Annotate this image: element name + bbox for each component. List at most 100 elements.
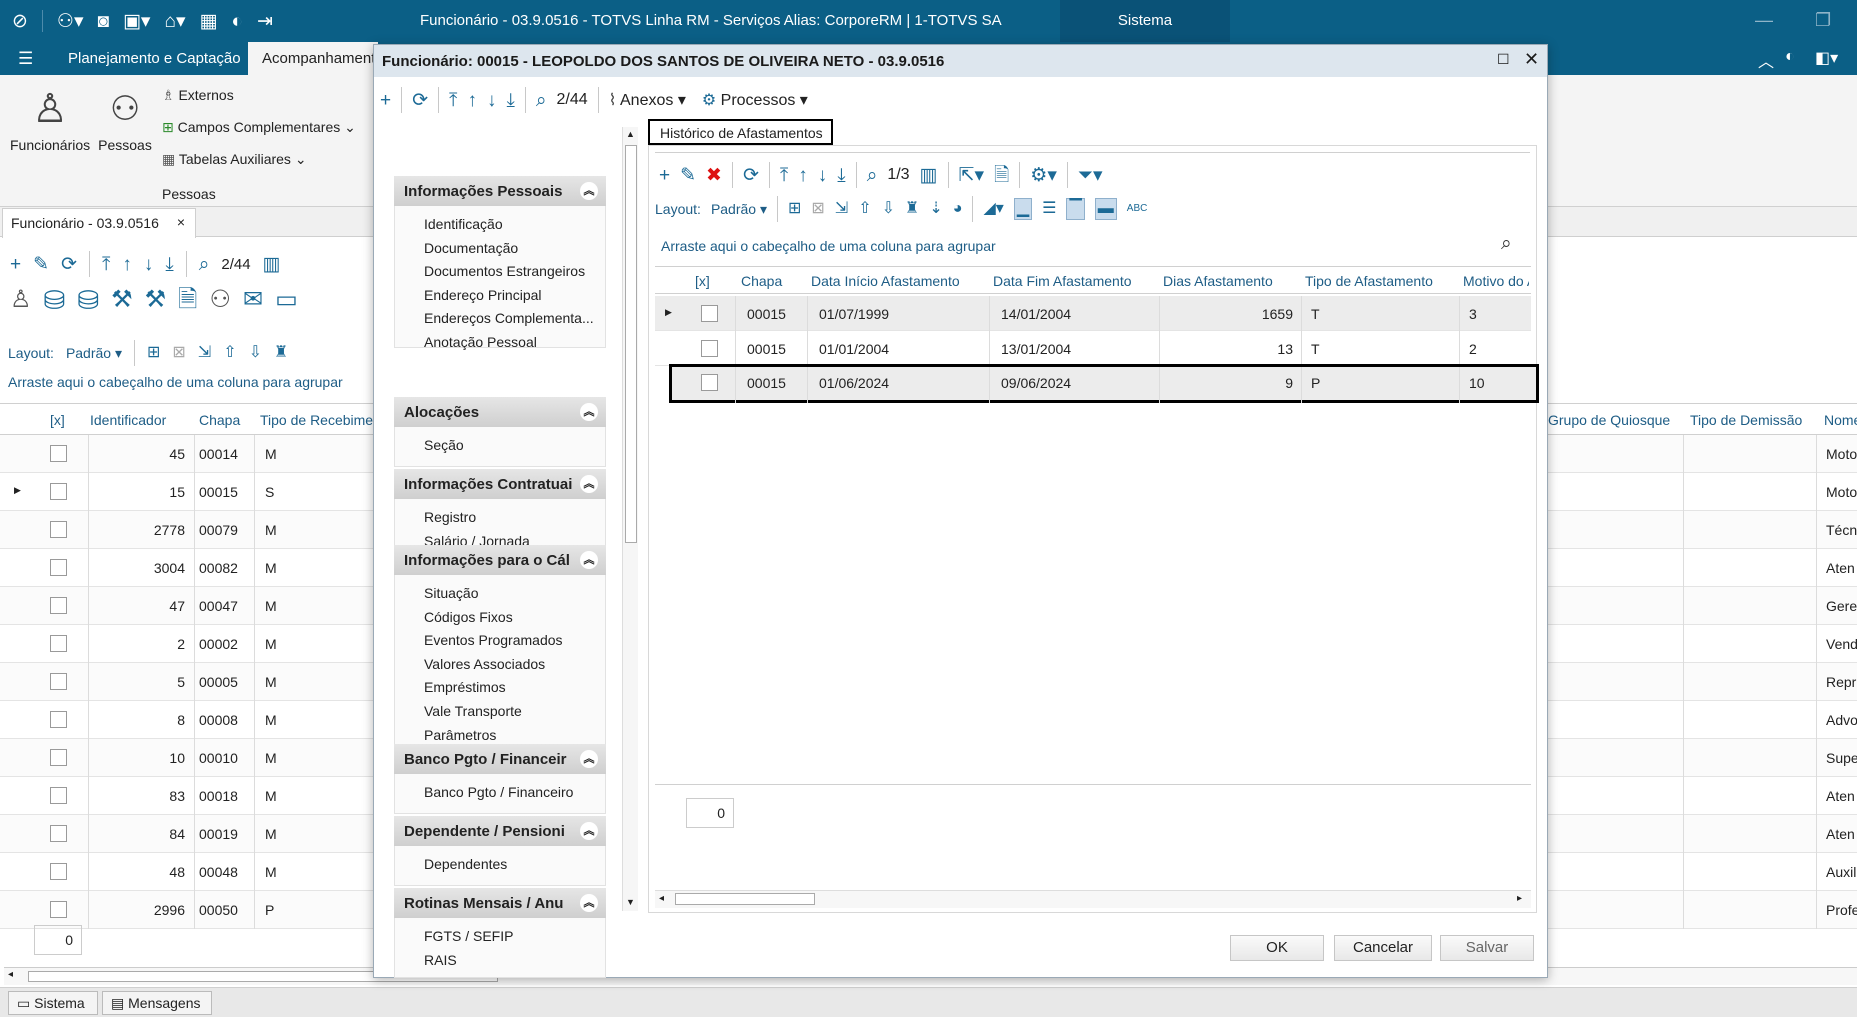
view-middle-icon[interactable]: ▬ <box>1094 198 1117 220</box>
row-checkbox[interactable] <box>50 787 67 804</box>
search-icon[interactable]: ⌕ <box>867 166 878 185</box>
layout-dropdown-icon[interactable]: ◧▾ <box>1815 48 1838 68</box>
search-icon[interactable]: ⌕ <box>536 91 547 110</box>
row-checkbox[interactable] <box>50 673 67 690</box>
columns-icon[interactable]: ▥ <box>920 166 938 185</box>
row-checkbox[interactable] <box>50 863 67 880</box>
scroll-left-icon[interactable]: ◂ <box>8 969 13 980</box>
nav-item[interactable]: Situação <box>424 585 478 601</box>
header-data-inicio[interactable]: Data Início Afastamento <box>811 273 960 289</box>
next-record-icon[interactable]: ↓ <box>487 91 497 110</box>
row-checkbox[interactable] <box>701 305 718 322</box>
edit-icon[interactable]: ✎ <box>33 255 49 274</box>
row-checkbox[interactable] <box>50 597 67 614</box>
gear-dropdown-icon[interactable]: ⚙▾ <box>1030 166 1057 185</box>
nav-item[interactable]: RAIS <box>424 952 457 968</box>
nav-item[interactable]: Documentos Estrangeiros <box>424 263 585 279</box>
expand-icon[interactable]: ⊞ <box>147 345 160 361</box>
view-bottom-icon[interactable]: ▁ <box>1013 198 1033 220</box>
row-checkbox[interactable] <box>50 635 67 652</box>
paint-icon[interactable]: ♜ <box>905 201 919 217</box>
mail-icon[interactable]: ✉ <box>243 288 263 312</box>
scroll-up-icon[interactable]: ▲ <box>626 129 635 139</box>
document-lock-icon[interactable]: 🗎 <box>178 288 197 312</box>
row-checkbox[interactable] <box>50 749 67 766</box>
upload-icon[interactable]: ⇧ <box>858 201 871 217</box>
collapse-section-icon[interactable]: ︽ <box>580 750 598 768</box>
header-grupo-quiosque[interactable]: Grupo de Quiosque <box>1548 412 1670 428</box>
next-record-icon[interactable]: ↓ <box>144 255 154 274</box>
upload-icon[interactable]: ⇧ <box>223 345 236 361</box>
maximize-icon[interactable]: ☐ <box>1497 51 1510 68</box>
restore-icon[interactable]: ❐ <box>1815 10 1831 31</box>
row-checkbox[interactable] <box>50 901 67 918</box>
anexos-button[interactable]: ⌇ Anexos ▾ <box>609 90 686 110</box>
campos-complementares-button[interactable]: ⊞ Campos Complementares ⌄ <box>162 119 356 136</box>
nav-item[interactable]: Banco Pgto / Financeiro <box>424 784 573 800</box>
row-checkbox[interactable] <box>701 340 718 357</box>
status-sistema-button[interactable]: ▭ Sistema <box>8 991 98 1015</box>
nav-item[interactable]: Parâmetros <box>424 727 496 743</box>
inner-horizontal-scrollbar[interactable]: ◂ ▸ <box>655 890 1531 908</box>
nav-section-header[interactable]: Dependente / Pensioni ︽ <box>394 816 606 846</box>
table-row-selected[interactable]: 00015 01/06/2024 09/06/2024 9 P 10 <box>669 364 1539 403</box>
header-identificador[interactable]: Identificador <box>90 412 166 428</box>
tools-icon[interactable]: ⚒ <box>111 288 133 312</box>
collapse-icon[interactable]: ⊠ <box>811 201 824 217</box>
nav-section-header[interactable]: Informações Contratuai ︽ <box>394 469 606 499</box>
header-tipo-recebimento[interactable]: Tipo de Recebime <box>260 412 373 428</box>
export-icon[interactable]: ⇲ <box>198 345 211 361</box>
funcionarios-button[interactable]: ♙ Funcionários <box>10 89 90 153</box>
nav-section-header[interactable]: Banco Pgto / Financeir ︽ <box>394 744 606 774</box>
table-row[interactable]: 00015 01/01/2004 13/01/2004 13 T 2 <box>655 331 1531 367</box>
camera-icon[interactable]: ◙ <box>98 12 109 31</box>
header-tipo[interactable]: Tipo de Afastamento <box>1305 273 1433 289</box>
minimize-icon[interactable]: — <box>1755 10 1773 31</box>
row-checkbox[interactable] <box>50 825 67 842</box>
header-tipo-demissao[interactable]: Tipo de Demissão <box>1690 412 1802 428</box>
window-dropdown-icon[interactable]: ▣▾ <box>123 12 151 31</box>
database-add-icon[interactable]: ⛁ <box>77 287 99 313</box>
expand-icon[interactable]: ⊞ <box>788 201 801 217</box>
add-icon[interactable]: + <box>10 255 21 274</box>
collapse-section-icon[interactable]: ︽ <box>580 551 598 569</box>
export-icon[interactable]: ⇲ <box>835 201 848 217</box>
status-mensagens-button[interactable]: ▤ Mensagens <box>102 991 212 1015</box>
tab-planejamento[interactable]: Planejamento e Captação <box>68 50 241 67</box>
add-icon[interactable]: + <box>380 91 391 110</box>
scroll-right-icon[interactable]: ▸ <box>1517 893 1522 904</box>
header-motivo[interactable]: Motivo do Af <box>1463 273 1529 289</box>
last-record-icon[interactable]: ⤓ <box>506 91 514 110</box>
users-dropdown-icon[interactable]: ⚇▾ <box>57 12 84 31</box>
sistema-tab[interactable]: Sistema <box>1060 0 1230 42</box>
previous-record-icon[interactable]: ↑ <box>122 255 132 274</box>
globe-icon[interactable]: ◐ <box>231 12 242 31</box>
externos-button[interactable]: ♗ Externos <box>162 87 234 104</box>
nav-item[interactable]: Documentação <box>424 240 518 256</box>
ok-button[interactable]: OK <box>1230 935 1324 961</box>
previous-record-icon[interactable]: ↑ <box>798 166 808 185</box>
collapse-ribbon-icon[interactable]: ︿ <box>1758 48 1774 72</box>
delete-icon[interactable]: ✖ <box>706 166 722 185</box>
shapes-icon[interactable]: ◕ <box>953 201 963 217</box>
download-icon[interactable]: ⇩ <box>249 345 262 361</box>
view-split-icon[interactable]: ☰ <box>1042 201 1056 217</box>
refresh-icon[interactable]: ⟳ <box>743 166 759 185</box>
refresh-icon[interactable]: ⟳ <box>412 91 428 110</box>
nav-section-header[interactable]: Informações Pessoais ︽ <box>394 176 606 206</box>
processos-button[interactable]: ⚙ Processos ▾ <box>702 90 808 110</box>
exit-icon[interactable]: ⇥ <box>257 12 273 31</box>
chart-dropdown-icon[interactable]: ◢▾ <box>983 201 1003 217</box>
database-icon[interactable]: ⛁ <box>44 287 66 313</box>
filter-dropdown-icon[interactable]: ⏷▾ <box>1078 166 1103 185</box>
nav-section-header[interactable]: Alocações ︽ <box>394 397 606 427</box>
table-row[interactable]: ▶ 00015 01/07/1999 14/01/2004 1659 T 3 <box>655 296 1531 332</box>
header-data-fim[interactable]: Data Fim Afastamento <box>993 273 1132 289</box>
collapse-section-icon[interactable]: ︽ <box>580 182 598 200</box>
edit-icon[interactable]: ✎ <box>680 166 696 185</box>
paint-icon[interactable]: ♜ <box>274 345 288 361</box>
collapse-section-icon[interactable]: ︽ <box>580 822 598 840</box>
collapse-section-icon[interactable]: ︽ <box>580 475 598 493</box>
export-dropdown-icon[interactable]: ⇱▾ <box>959 166 984 185</box>
search-icon[interactable]: ⌕ <box>199 255 210 274</box>
